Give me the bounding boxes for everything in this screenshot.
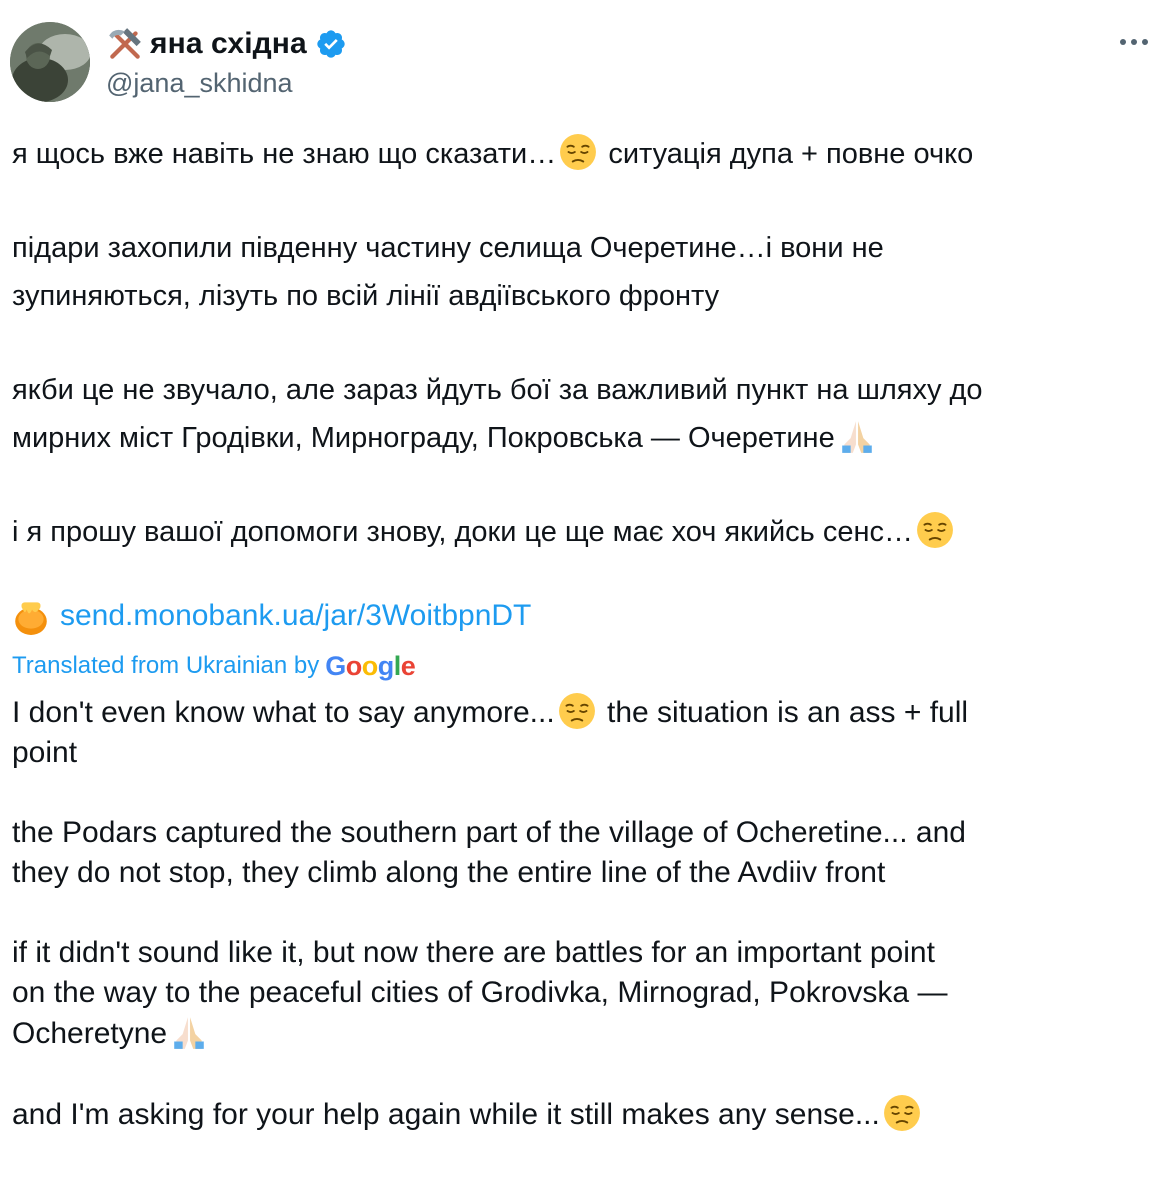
- translated-p2-line1: the Podars captured the southern part of…: [12, 816, 966, 849]
- translated-p1-text2: the situation is an ass + full: [598, 696, 969, 729]
- honey-pot-emoji: [15, 602, 47, 635]
- original-paragraph-2: підари захопили південну частину селища …: [12, 224, 1152, 320]
- avatar-photo: [10, 22, 90, 102]
- google-logo: Google: [325, 650, 416, 681]
- original-p1-text2: ситуація дупа + повне очко: [600, 138, 974, 170]
- original-p3-line1: якби це не звучало, але зараз йдуть бої …: [12, 374, 983, 406]
- original-paragraph-1: я щось вже навіть не знаю що сказати… си…: [12, 130, 1152, 178]
- author-block: яна східна @jana_skhidna: [106, 22, 347, 99]
- translated-p1-text: I don't even know what to say anymore...: [12, 696, 555, 729]
- verified-badge-icon[interactable]: [315, 28, 347, 60]
- translated-p1-line2: point: [12, 736, 78, 769]
- translated-p3-line3-wrap: Ocheretyne: [12, 1013, 1152, 1054]
- translated-paragraph-1: I don't even know what to say anymore...…: [12, 692, 1152, 773]
- tweet-header: яна східна @jana_skhidna: [10, 22, 1156, 104]
- name-row: яна східна: [106, 22, 347, 66]
- author-handle[interactable]: @jana_skhidna: [106, 68, 347, 99]
- translation-attribution: Translated from Ukrainian by Google: [12, 650, 1152, 682]
- original-p4-line1: і я прошу вашої допомоги знову, доки це …: [12, 516, 913, 548]
- original-p1-text: я щось вже навіть не знаю що сказати…: [12, 138, 557, 170]
- translated-p3-line1: if it didn't sound like it, but now ther…: [12, 936, 935, 969]
- translated-label[interactable]: Translated from Ukrainian by: [12, 652, 319, 680]
- avatar[interactable]: [10, 22, 90, 102]
- folded-hands-emoji: [838, 417, 876, 455]
- original-p2-line1: підари захопили південну частину селища …: [12, 232, 884, 264]
- more-options-icon: [1120, 39, 1148, 45]
- original-p1-line: я щось вже навіть не знаю що сказати… си…: [12, 130, 1152, 178]
- original-p3-line2-wrap: мирних міст Гродівки, Мирнограду, Покров…: [12, 414, 1152, 462]
- original-paragraph-4: і я прошу вашої допомоги знову, доки це …: [12, 508, 1152, 556]
- tweet-text: я щось вже навіть не знаю що сказати… си…: [12, 130, 1152, 1175]
- pensive-face-emoji: [916, 511, 954, 549]
- folded-hands-emoji: [170, 1013, 208, 1051]
- translated-paragraph-3: if it didn't sound like it, but now ther…: [12, 933, 1152, 1054]
- translated-text: I don't even know what to say anymore...…: [12, 692, 1152, 1135]
- more-options-button[interactable]: [1114, 24, 1154, 60]
- translated-p4-line-wrap: and I'm asking for your help again while…: [12, 1094, 1152, 1135]
- donation-link-row: send.monobank.ua/jar/3WoitbpnDT: [12, 594, 1152, 638]
- translated-p4-line1: and I'm asking for your help again while…: [12, 1098, 880, 1131]
- pensive-face-emoji: [559, 133, 597, 171]
- monobank-jar-link[interactable]: send.monobank.ua/jar/3WoitbpnDT: [60, 594, 531, 638]
- pensive-face-emoji: [883, 1094, 921, 1132]
- pensive-face-emoji: [558, 692, 596, 730]
- hammer-and-pick-icon: [109, 28, 141, 59]
- translated-p2-line2: they do not stop, they climb along the e…: [12, 856, 886, 889]
- translated-paragraph-2: the Podars captured the southern part of…: [12, 813, 1152, 893]
- translated-p3-line2: on the way to the peaceful cities of Gro…: [12, 976, 948, 1009]
- translated-p1-line1-wrap: I don't even know what to say anymore...…: [12, 692, 1152, 733]
- original-paragraph-3: якби це не звучало, але зараз йдуть бої …: [12, 366, 1152, 462]
- original-p2-line2: зупиняються, лізуть по всій лінії авдіїв…: [12, 280, 720, 312]
- original-p3-line2: мирних міст Гродівки, Мирнограду, Покров…: [12, 422, 835, 454]
- translated-p3-line3: Ocheretyne: [12, 1017, 168, 1050]
- original-p4-line-wrap: і я прошу вашої допомоги знову, доки це …: [12, 508, 1152, 556]
- translated-paragraph-4: and I'm asking for your help again while…: [12, 1094, 1152, 1135]
- display-name[interactable]: яна східна: [150, 27, 307, 61]
